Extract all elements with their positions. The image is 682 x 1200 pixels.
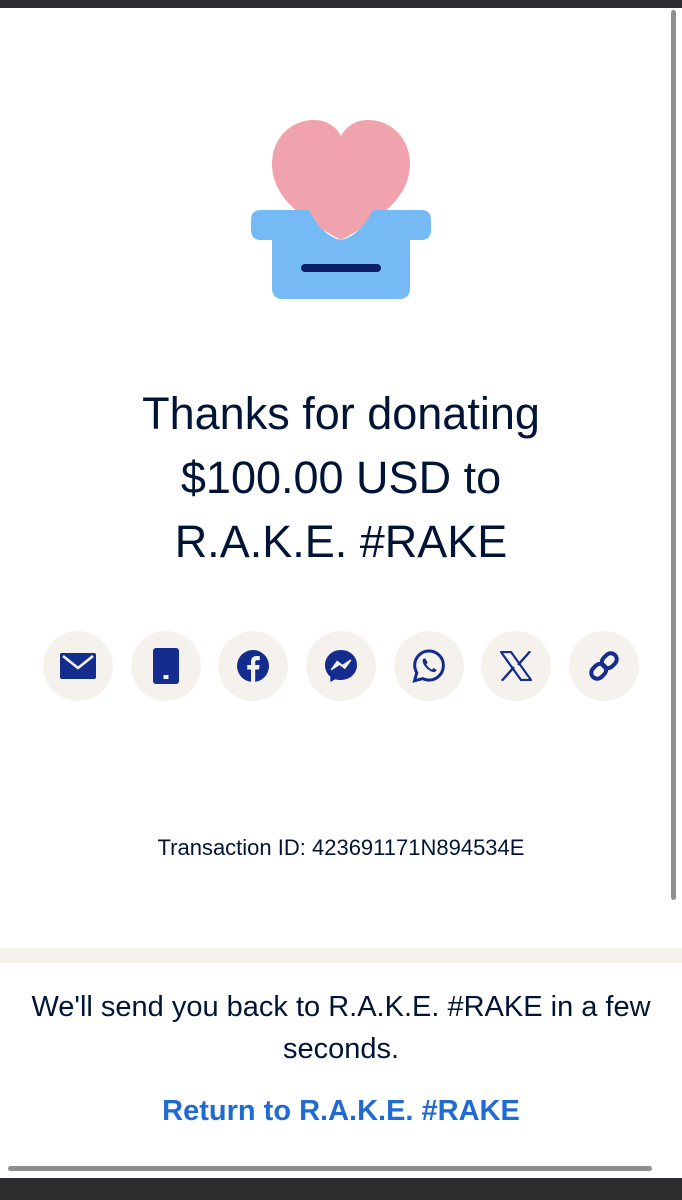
share-messenger-button[interactable]: [306, 631, 376, 701]
donation-box-heart-illustration: [251, 120, 431, 299]
transaction-id: Transaction ID: 423691171N894534E: [157, 835, 525, 860]
horizontal-scrollbar[interactable]: [8, 1166, 652, 1171]
facebook-icon: [237, 650, 270, 682]
return-to-merchant-link[interactable]: Return to R.A.K.E. #RAKE: [0, 1092, 682, 1130]
box-slot: [301, 264, 381, 272]
email-icon: [60, 653, 96, 679]
redirect-message: We'll send you back to R.A.K.E. #RAKE in…: [31, 991, 651, 1065]
share-whatsapp-button[interactable]: [393, 631, 464, 701]
section-divider: [0, 948, 682, 963]
share-email-button[interactable]: [43, 631, 113, 701]
phone-icon: [152, 648, 179, 684]
whatsapp-icon: [411, 649, 445, 683]
share-facebook-button[interactable]: [218, 631, 289, 701]
link-icon: [589, 651, 619, 681]
status-bar: [0, 0, 682, 8]
share-x-button[interactable]: [481, 631, 552, 701]
messenger-icon: [325, 650, 357, 682]
share-buttons-row: [43, 631, 639, 701]
thank-you-headline: Thanks for donating $100.00 USD to R.A.K…: [41, 382, 641, 574]
headline-line-2: $100.00 USD to: [180, 452, 502, 503]
headline-line-1: Thanks for donating: [142, 388, 540, 439]
x-icon: [500, 651, 533, 681]
bottom-bar: [0, 1178, 682, 1200]
vertical-scrollbar[interactable]: [671, 10, 676, 900]
share-sms-button[interactable]: [130, 631, 201, 701]
headline-line-3: R.A.K.E. #RAKE: [174, 516, 508, 567]
copy-link-button[interactable]: [569, 631, 639, 701]
